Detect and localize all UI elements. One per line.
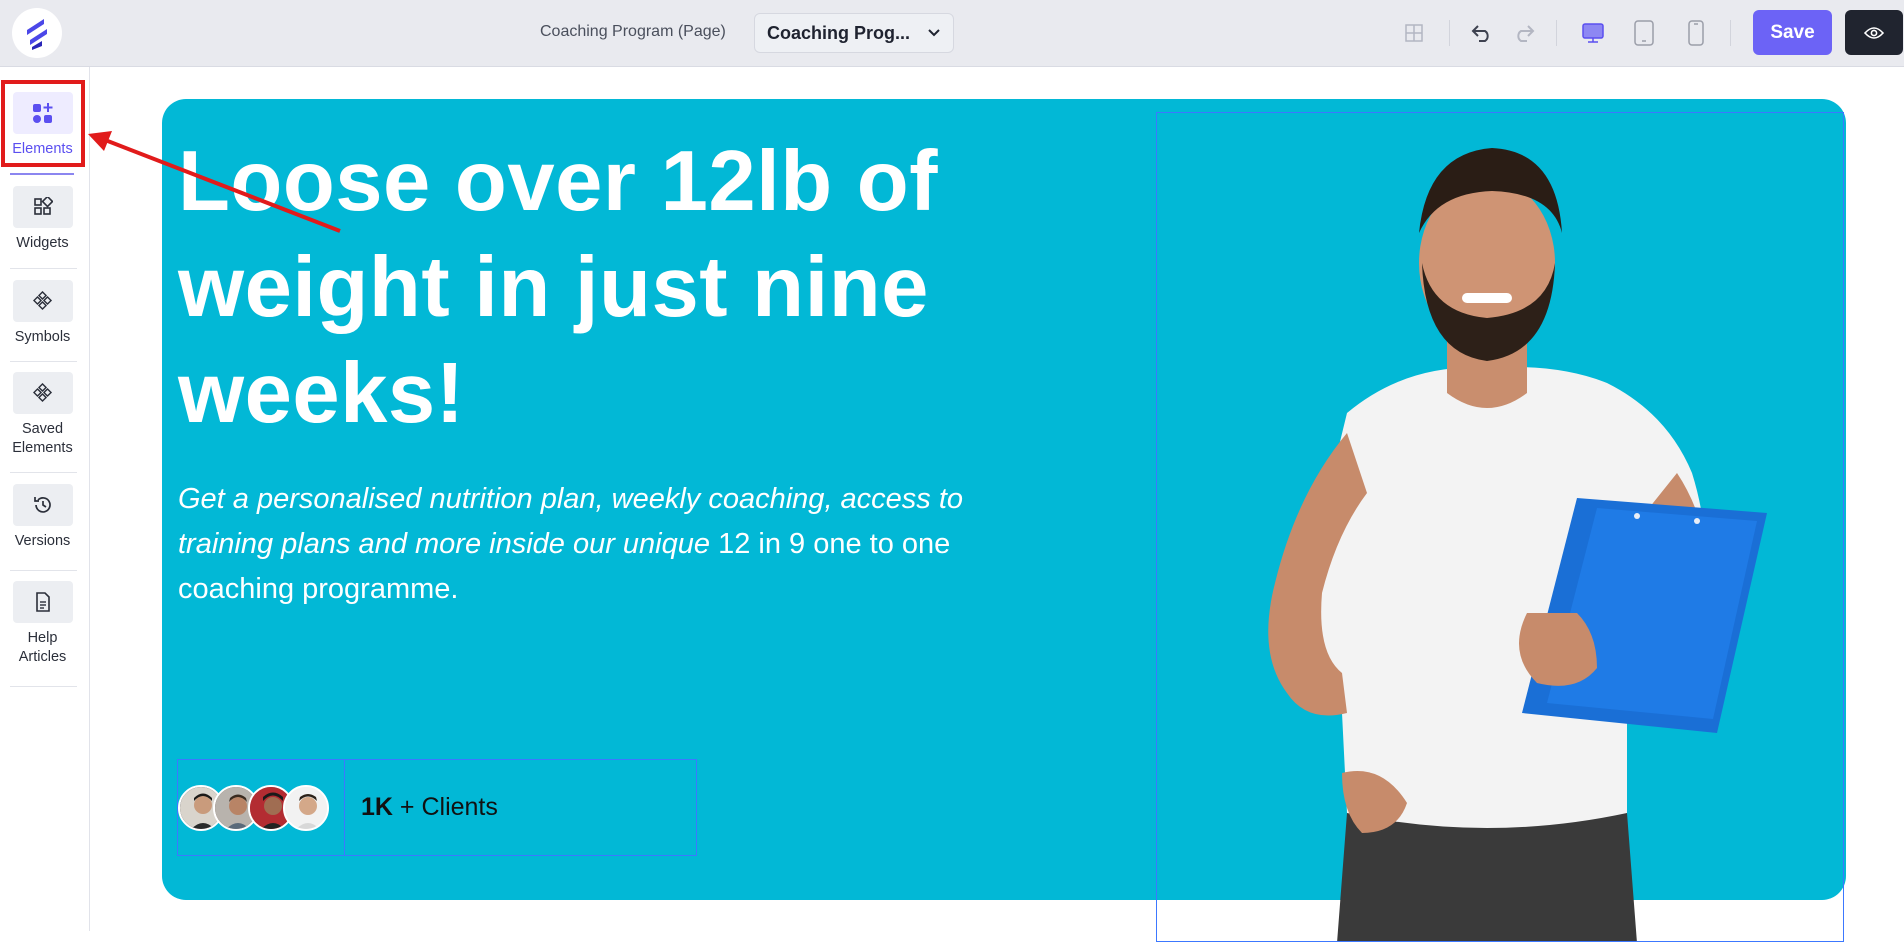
sidebar-item-label: Versions	[14, 533, 71, 549]
clients-count: 1K	[361, 793, 393, 821]
avatar	[283, 785, 329, 831]
desktop-icon[interactable]	[1577, 17, 1609, 49]
active-tab-indicator	[10, 173, 74, 175]
sidebar-item-saved-elements-tile	[12, 372, 73, 414]
redo-icon[interactable]	[1508, 17, 1540, 49]
sidebar-item-symbols-tile	[12, 280, 73, 322]
sidebar-divider	[10, 268, 77, 269]
clients-block[interactable]: 1K + Clients	[177, 759, 697, 856]
toolbar-divider	[1556, 20, 1557, 46]
page-title: Coaching Program (Page)	[540, 23, 726, 40]
avatar-group[interactable]	[178, 760, 345, 855]
page-selector[interactable]: Coaching Prog...	[754, 13, 954, 53]
sidebar-item-versions[interactable]: Versions	[10, 484, 75, 551]
hero-subtext[interactable]: Get a personalised nutrition plan, weekl…	[178, 477, 1008, 612]
clients-label: + Clients	[392, 793, 498, 821]
hero-section[interactable]: Loose over 12lb of weight in just nine w…	[162, 99, 1846, 942]
sidebar-item-label: Saved Elements	[12, 421, 73, 456]
coach-photo	[1268, 148, 1767, 941]
sidebar-item-label: Symbols	[14, 329, 71, 345]
sidebar-item-widgets-tile	[12, 186, 73, 228]
hero-headline[interactable]: Loose over 12lb of weight in just nine w…	[178, 129, 1058, 447]
document-icon	[35, 592, 50, 612]
logo-icon	[27, 19, 47, 50]
sidebar-item-label: Widgets	[16, 235, 69, 251]
sidebar-item-widgets[interactable]: Widgets	[10, 186, 75, 253]
sidebar-divider	[10, 686, 77, 687]
toolbar-divider	[1730, 20, 1731, 46]
save-button[interactable]: Save	[1753, 10, 1832, 55]
sidebar-item-help-articles[interactable]: Help Articles	[10, 581, 75, 667]
tablet-icon[interactable]	[1628, 17, 1660, 49]
chevron-down-icon	[928, 29, 940, 37]
sidebar-item-label: Help Articles	[18, 630, 67, 665]
sidebar-item-help-articles-tile	[12, 581, 73, 623]
annotation-highlight-box	[1, 80, 85, 167]
saved-elements-icon	[32, 383, 52, 403]
sidebar-item-saved-elements[interactable]: Saved Elements	[10, 372, 75, 458]
history-icon	[33, 497, 51, 513]
hero-image-frame[interactable]	[1156, 112, 1844, 942]
widgets-icon	[33, 197, 53, 215]
page-selector-value: Coaching Prog...	[767, 22, 911, 43]
preview-button[interactable]	[1845, 10, 1903, 55]
sidebar-item-versions-tile	[12, 484, 73, 526]
sidebar-item-symbols[interactable]: Symbols	[10, 280, 75, 347]
left-sidebar: Elements Widgets Symbols Saved Elements …	[0, 67, 90, 931]
sidebar-divider	[10, 570, 77, 571]
undo-icon[interactable]	[1466, 17, 1498, 49]
sidebar-divider	[10, 472, 77, 473]
eye-icon	[1864, 26, 1884, 39]
grid-icon[interactable]	[1398, 17, 1430, 49]
app-logo[interactable]	[12, 8, 62, 58]
symbols-icon	[32, 291, 52, 311]
clients-count-text[interactable]: 1K + Clients	[361, 793, 498, 822]
mobile-icon[interactable]	[1680, 17, 1712, 49]
sidebar-divider	[10, 361, 77, 362]
toolbar-divider	[1449, 20, 1450, 46]
top-toolbar: Coaching Program (Page) Coaching Prog...…	[0, 0, 1904, 67]
